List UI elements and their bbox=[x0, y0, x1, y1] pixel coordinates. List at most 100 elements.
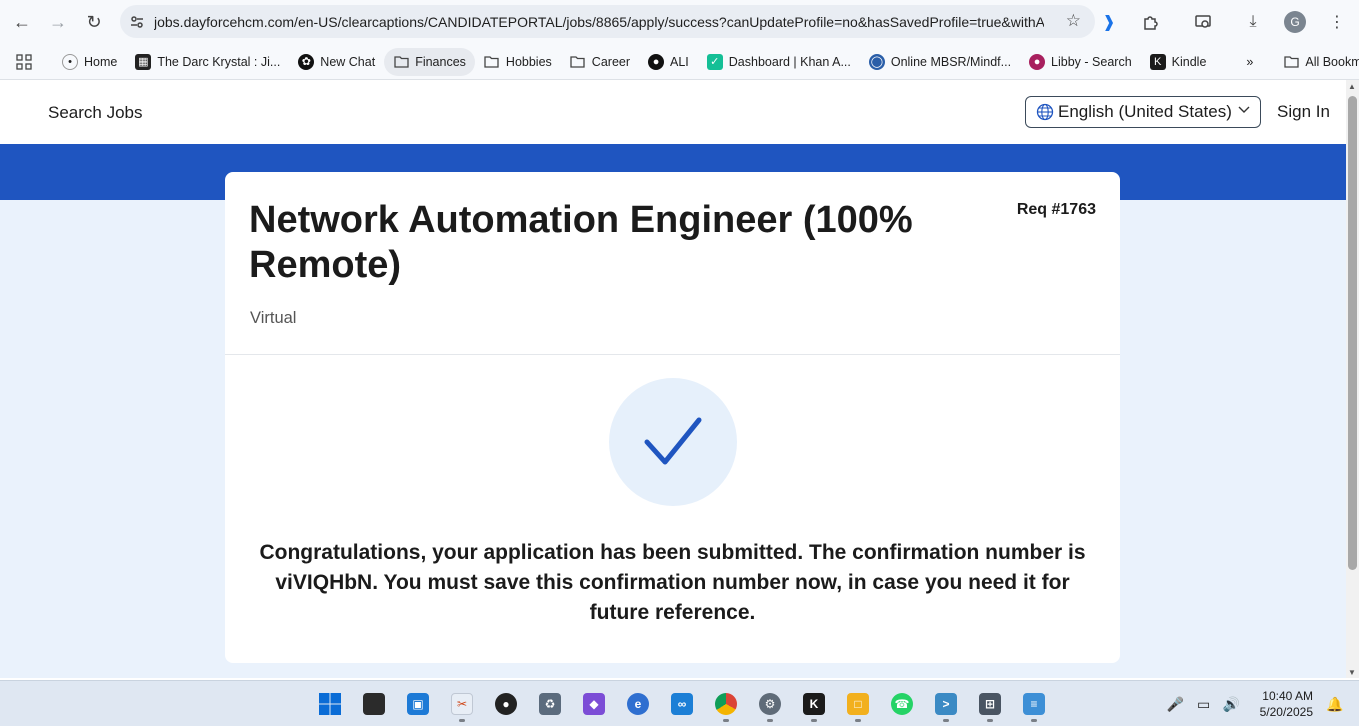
bookmark-home[interactable]: • Home bbox=[53, 48, 126, 76]
site-header: Search Jobs English (United States) Sign… bbox=[0, 80, 1346, 144]
job-title: Network Automation Engineer (100% Remote… bbox=[249, 199, 913, 286]
bookmark-kindle[interactable]: K Kindle bbox=[1141, 48, 1216, 76]
more-bookmarks-chevron-icon[interactable]: » bbox=[1237, 48, 1262, 76]
folder-icon bbox=[484, 54, 500, 70]
url-text[interactable]: jobs.dayforcehcm.com/en-US/clearcaptions… bbox=[154, 14, 1044, 30]
start-button[interactable] bbox=[312, 686, 348, 722]
apps-grid-icon[interactable] bbox=[0, 48, 41, 76]
success-check-badge bbox=[609, 378, 737, 506]
bookmark-label: Libby - Search bbox=[1051, 54, 1132, 69]
reload-button[interactable]: ↻ bbox=[76, 4, 112, 40]
bookmark-label: Dashboard | Khan A... bbox=[728, 54, 851, 69]
notifications-icon[interactable]: 🔔 bbox=[1323, 696, 1347, 713]
checkmark-icon bbox=[644, 417, 702, 465]
req-number: Req #1763 bbox=[1016, 201, 1096, 218]
system-tray: 🎤 ▭ 🔊 10:40 AM 5/20/2025 🔔 bbox=[1164, 681, 1359, 727]
scroll-up-arrow-icon[interactable]: ▲ bbox=[1348, 82, 1356, 91]
running-indicator bbox=[723, 719, 729, 722]
page-content: Search Jobs English (United States) Sign… bbox=[0, 80, 1346, 678]
whatsapp-icon[interactable]: ☎ bbox=[884, 686, 920, 722]
file-explorer-icon[interactable]: □ bbox=[840, 686, 876, 722]
microphone-icon[interactable]: 🎤 bbox=[1164, 696, 1188, 713]
bookmark-khan-dashboard[interactable]: ✓ Dashboard | Khan A... bbox=[698, 48, 860, 76]
clock[interactable]: 10:40 AM 5/20/2025 bbox=[1260, 688, 1313, 720]
obsidian-icon[interactable]: ◆ bbox=[576, 686, 612, 722]
folder-icon bbox=[1283, 54, 1299, 70]
bookmark-folder-career[interactable]: Career bbox=[561, 48, 639, 76]
job-card: Network Automation Engineer (100% Remote… bbox=[225, 172, 1120, 663]
bookmark-folder-finances[interactable]: Finances bbox=[384, 47, 475, 76]
media-search-icon[interactable] bbox=[1185, 4, 1221, 40]
bookmarks-bar: • Home ▦ The Darc Krystal : Ji... ✿ New … bbox=[0, 44, 1359, 80]
kindle-app-icon[interactable]: K bbox=[796, 686, 832, 722]
running-indicator bbox=[811, 719, 817, 722]
all-bookmarks-button[interactable]: All Bookmarks bbox=[1274, 48, 1359, 76]
site-icon: ▦ bbox=[135, 53, 152, 70]
settings-gear-icon[interactable]: ⚙ bbox=[752, 686, 788, 722]
libby-icon: ● bbox=[1029, 53, 1046, 70]
search-jobs-link[interactable]: Search Jobs bbox=[48, 103, 143, 123]
confirmation-message: Congratulations, your application has be… bbox=[259, 541, 1086, 624]
bookmark-label: The Darc Krystal : Ji... bbox=[157, 54, 281, 69]
recycle-app-icon[interactable]: ♻ bbox=[532, 686, 568, 722]
language-select[interactable]: English (United States) bbox=[1025, 96, 1261, 128]
khan-icon: ✓ bbox=[706, 53, 723, 70]
volume-icon[interactable]: 🔊 bbox=[1220, 696, 1244, 713]
scroll-down-arrow-icon[interactable]: ▼ bbox=[1348, 668, 1356, 677]
clock-time: 10:40 AM bbox=[1262, 689, 1313, 703]
chevron-down-icon bbox=[1238, 103, 1250, 118]
chat-icon: ✿ bbox=[298, 53, 315, 70]
bookmark-label: Finances bbox=[415, 54, 466, 69]
obs-icon[interactable]: ● bbox=[488, 686, 524, 722]
running-indicator bbox=[1031, 719, 1037, 722]
snipping-tool-icon[interactable]: ✂ bbox=[444, 686, 480, 722]
page-scrollbar[interactable]: ▲ ▼ bbox=[1346, 80, 1359, 678]
bookmark-label: Online MBSR/Mindf... bbox=[890, 54, 1012, 69]
running-indicator bbox=[855, 719, 861, 722]
task-view-icon[interactable] bbox=[356, 686, 392, 722]
bookmark-libby[interactable]: ● Libby - Search bbox=[1020, 48, 1141, 76]
bookmark-label: Home bbox=[84, 54, 118, 69]
forward-button[interactable]: → bbox=[40, 4, 76, 40]
bookmark-label: Kindle bbox=[1171, 54, 1207, 69]
bookmark-folder-hobbies[interactable]: Hobbies bbox=[475, 48, 561, 76]
bookmark-mbsr[interactable]: ◯ Online MBSR/Mindf... bbox=[860, 48, 1020, 76]
running-indicator bbox=[987, 719, 993, 722]
running-indicator bbox=[459, 719, 465, 722]
terminal-icon[interactable]: > bbox=[928, 686, 964, 722]
extensions-icon[interactable] bbox=[1133, 4, 1169, 40]
notepad-icon[interactable]: ≡ bbox=[1016, 686, 1052, 722]
globe-icon: ◯ bbox=[868, 53, 885, 70]
download-icon[interactable]: ⤓ bbox=[1235, 4, 1271, 40]
calculator-icon[interactable]: ⊞ bbox=[972, 686, 1008, 722]
bookmark-label: Career bbox=[591, 54, 631, 69]
profile-avatar[interactable]: G bbox=[1277, 4, 1313, 40]
address-bar[interactable]: jobs.dayforcehcm.com/en-US/clearcaptions… bbox=[120, 5, 1095, 38]
display-icon[interactable]: ▭ bbox=[1192, 696, 1216, 713]
job-location: Virtual bbox=[250, 309, 297, 327]
bookmark-darc-krystal[interactable]: ▦ The Darc Krystal : Ji... bbox=[126, 48, 289, 76]
bookmark-star-icon[interactable]: ☆ bbox=[1066, 11, 1081, 31]
back-button[interactable]: ← bbox=[4, 4, 40, 40]
bookmark-new-chat[interactable]: ✿ New Chat bbox=[289, 48, 384, 76]
menu-kebab-icon[interactable]: ⋮ bbox=[1319, 4, 1355, 40]
edge-dev-icon[interactable]: e bbox=[620, 686, 656, 722]
folder-icon bbox=[393, 54, 409, 70]
vscode-icon[interactable]: ∞ bbox=[664, 686, 700, 722]
remote-desktop-icon[interactable]: ▣ bbox=[400, 686, 436, 722]
bookmark-ali[interactable]: ● ALI bbox=[639, 48, 698, 76]
running-indicator bbox=[767, 719, 773, 722]
github-icon: ● bbox=[648, 53, 665, 70]
all-bookmarks-label: All Bookmarks bbox=[1305, 54, 1359, 69]
folder-icon bbox=[570, 54, 586, 70]
sign-in-link[interactable]: Sign In bbox=[1277, 102, 1330, 122]
bookmark-label: New Chat bbox=[320, 54, 376, 69]
windows-taskbar: ▣ ✂ ● ♻ ◆ e ∞ ⚙ K □ ☎ > ⊞ ≡ 🎤 ▭ 🔊 10:40 … bbox=[0, 680, 1359, 726]
scrollbar-thumb[interactable] bbox=[1348, 96, 1357, 570]
cast-icon[interactable]: ❱ bbox=[1091, 4, 1127, 40]
bookmark-label: ALI bbox=[670, 54, 689, 69]
site-info-icon[interactable] bbox=[120, 14, 154, 30]
chrome-icon[interactable] bbox=[708, 686, 744, 722]
clock-date: 5/20/2025 bbox=[1259, 705, 1313, 719]
globe-icon bbox=[1036, 103, 1054, 121]
